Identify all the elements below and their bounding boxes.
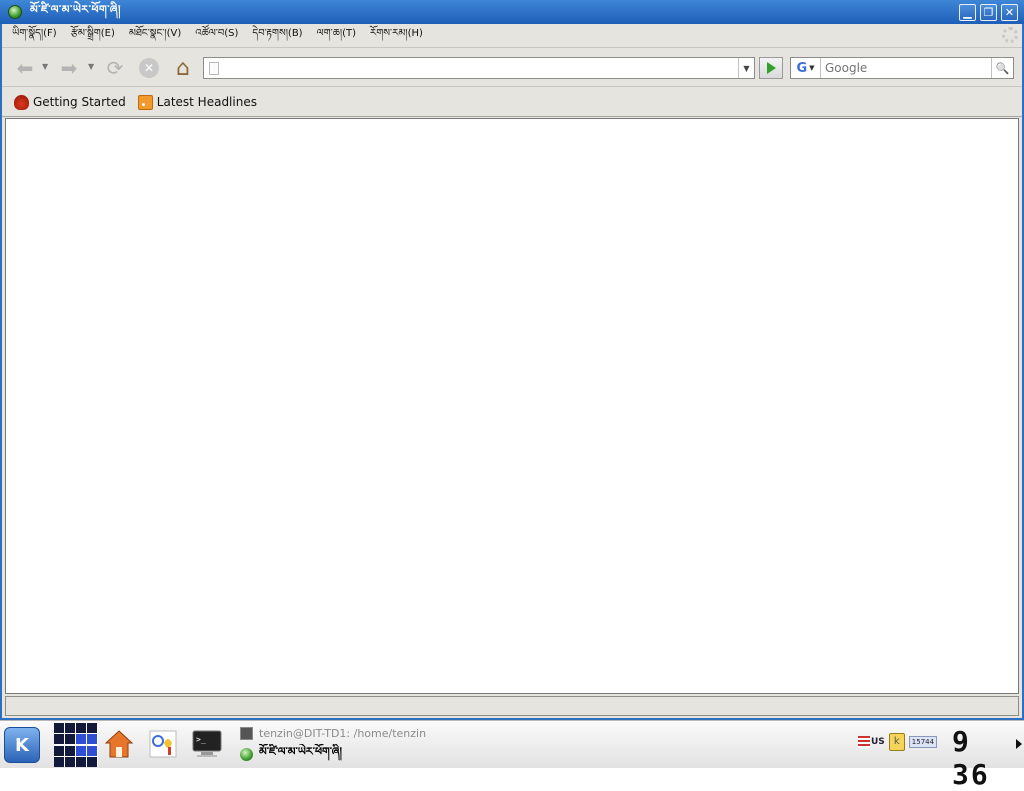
bookmarks-toolbar: Getting Started Latest Headlines	[2, 88, 1022, 117]
terminal-launcher[interactable]: >_	[190, 727, 224, 761]
keyboard-layout-label: US	[871, 737, 885, 747]
menu-tools[interactable]: ལག་ཆ།(T)	[317, 22, 356, 50]
window-controls: ▁ ❐ ✕	[959, 4, 1018, 21]
web-browser-launcher[interactable]	[146, 727, 180, 761]
window-titlebar[interactable]: མོ་ཛི་ལ་མ་ཡེར་ཕོག་ཞི། ▁ ❐ ✕	[0, 0, 1024, 24]
us-flag-icon	[858, 736, 870, 748]
firefox-app-icon[interactable]	[8, 5, 22, 19]
menu-edit[interactable]: རྩོམ་སྒྲིག(E)	[71, 22, 115, 50]
status-bar	[5, 696, 1019, 716]
kde-taskbar: K >_ tenzin@DIT-TD1: /home/tenzin མོ་ཛི་…	[0, 720, 1024, 791]
bookmark-getting-started[interactable]: Getting Started	[14, 94, 126, 110]
google-icon: G	[796, 60, 808, 76]
pager-cell[interactable]	[76, 756, 86, 767]
konqueror-icon	[149, 730, 177, 758]
svg-text:>_: >_	[196, 735, 206, 744]
task-label: tenzin@DIT-TD1: /home/tenzin	[259, 727, 427, 740]
reload-icon: ⟳	[106, 56, 124, 80]
menu-bar: ཡིག་སྣོད།(F) རྩོམ་སྒྲིག(E) མཐོང་སྣང་།(V)…	[2, 24, 1022, 48]
bookmark-label: Latest Headlines	[156, 95, 257, 109]
pager-cell[interactable]	[65, 745, 75, 756]
magnifier-icon: 🔍	[995, 61, 1010, 75]
back-arrow-icon: ⬅	[16, 56, 34, 80]
network-monitor-badge[interactable]: 15744	[908, 733, 938, 751]
desktop-pager[interactable]	[54, 723, 98, 767]
pager-cell[interactable]	[54, 756, 64, 767]
search-engine-selector[interactable]: G ▼	[791, 58, 821, 78]
pager-cell[interactable]	[54, 745, 64, 756]
bookmark-label: Getting Started	[33, 95, 126, 109]
go-button[interactable]	[759, 57, 783, 79]
pager-cell[interactable]	[65, 734, 75, 745]
stop-icon: ✕	[139, 58, 159, 78]
url-input[interactable]	[225, 59, 738, 77]
digital-clock[interactable]: 9 36	[952, 725, 1024, 791]
url-bar: ▼	[203, 57, 755, 79]
home-button[interactable]: ⌂	[170, 55, 196, 81]
bookmark-latest-headlines[interactable]: Latest Headlines	[137, 94, 257, 110]
minimize-button[interactable]: ▁	[959, 4, 976, 21]
firefox-icon	[14, 94, 29, 110]
system-tray: US k 15744	[858, 733, 938, 751]
task-terminal[interactable]: tenzin@DIT-TD1: /home/tenzin	[240, 723, 440, 744]
home-icon: ⌂	[176, 55, 190, 81]
navigation-toolbar: ⬅ ▼ ➡ ▼ ⟳ ✕ ⌂ ▼ G▼ 🔍	[2, 49, 1022, 87]
maximize-button[interactable]: ❐	[980, 4, 997, 21]
url-history-dropdown[interactable]: ▼	[738, 58, 754, 78]
pager-cell[interactable]	[54, 734, 64, 745]
throbber-icon	[1002, 27, 1018, 43]
reload-button[interactable]: ⟳	[102, 56, 128, 80]
back-history-dropdown[interactable]: ▼	[42, 62, 50, 72]
kde-logo-icon: K	[15, 734, 29, 756]
forward-history-dropdown[interactable]: ▼	[88, 62, 96, 72]
stop-button[interactable]: ✕	[136, 56, 162, 80]
forward-arrow-icon: ➡	[60, 56, 78, 80]
home-folder-icon	[104, 730, 134, 758]
page-icon	[209, 61, 219, 75]
taskbar-task-list: tenzin@DIT-TD1: /home/tenzin མོ་ཛི་ལ་མ་ཡ…	[240, 723, 440, 767]
taskbar-scroll-arrow-icon[interactable]	[1016, 739, 1022, 749]
terminal-icon	[240, 727, 253, 740]
kde-menu-button[interactable]: K	[4, 727, 40, 763]
pager-cell[interactable]	[65, 723, 75, 733]
pager-cell-active[interactable]	[87, 745, 97, 756]
pager-cell-active[interactable]	[87, 734, 97, 745]
browser-window: མོ་ཛི་ལ་མ་ཡེར་ཕོག་ཞི། ▁ ❐ ✕ ཡིག་སྣོད།(F)…	[0, 0, 1024, 720]
firefox-app-icon	[240, 748, 253, 761]
search-bar: G▼ 🔍	[790, 57, 1014, 79]
menu-help[interactable]: རོགས་རམ།(H)	[370, 22, 423, 50]
badge-number: 15744	[908, 736, 938, 748]
terminal-icon: >_	[192, 730, 222, 757]
pager-cell[interactable]	[76, 723, 86, 733]
menu-file[interactable]: ཡིག་སྣོད།(F)	[12, 22, 57, 50]
menu-view[interactable]: མཐོང་སྣང་།(V)	[129, 22, 181, 50]
home-folder-launcher[interactable]	[102, 727, 136, 761]
pager-cell[interactable]	[87, 756, 97, 767]
back-button[interactable]: ⬅	[12, 56, 38, 80]
pager-cell[interactable]	[87, 723, 97, 733]
pager-cell-active[interactable]	[76, 745, 86, 756]
keyboard-layout-indicator[interactable]: US	[858, 733, 885, 751]
page-content-area[interactable]	[5, 118, 1019, 694]
search-button[interactable]: 🔍	[991, 58, 1013, 78]
pager-cell-active[interactable]	[76, 734, 86, 745]
task-firefox[interactable]: མོ་ཛི་ལ་མ་ཡེར་ཕོག་ཞི།	[240, 744, 440, 765]
klipper-icon[interactable]: k	[888, 733, 905, 751]
forward-button[interactable]: ➡	[56, 56, 82, 80]
rss-icon	[137, 94, 153, 110]
pager-cell[interactable]	[54, 723, 64, 733]
menu-history[interactable]: འཚོལ་བ(S)	[195, 22, 238, 50]
search-input[interactable]	[825, 59, 991, 77]
go-arrow-icon	[766, 62, 776, 74]
pager-cell[interactable]	[65, 756, 75, 767]
task-label: མོ་ཛི་ལ་མ་ཡེར་ཕོག་ཞི།	[259, 745, 342, 758]
menu-bookmarks[interactable]: དེབ་རྟགས།(B)	[252, 22, 302, 50]
close-button[interactable]: ✕	[1001, 4, 1018, 21]
